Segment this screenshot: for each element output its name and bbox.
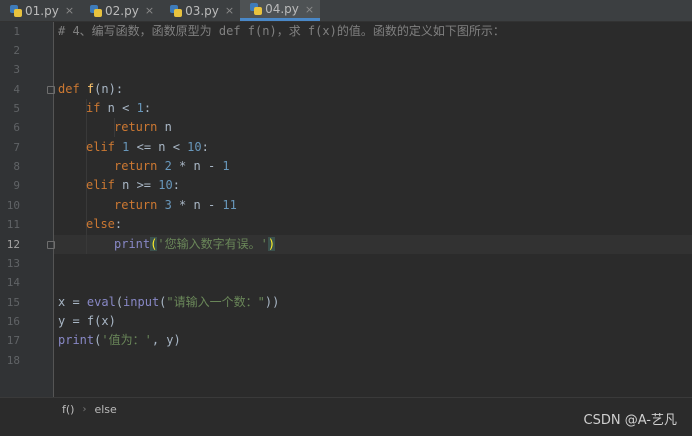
editor-tab-bar: 01.py × 02.py × 03.py × 04.py × — [0, 0, 692, 22]
tab-01-py[interactable]: 01.py × — [0, 0, 80, 21]
string: '值为：' — [101, 333, 152, 347]
line-number: 12 — [6, 238, 20, 251]
tab-03-py[interactable]: 03.py × — [160, 0, 240, 21]
line-number: 8 — [13, 160, 20, 173]
python-file-icon — [10, 4, 22, 17]
keyword: return — [114, 159, 158, 173]
code-line-11: else: — [86, 215, 122, 234]
code-text: ( — [115, 295, 124, 309]
code-text: : — [114, 217, 123, 231]
line-number: 16 — [6, 315, 20, 328]
line-number: 4 — [13, 83, 20, 96]
code-line-16: y = f(x) — [58, 312, 116, 331]
number: 10 — [187, 140, 202, 154]
keyword: if — [86, 101, 101, 115]
tab-label: 01.py — [25, 3, 59, 18]
builtin: eval — [86, 295, 116, 309]
line-number: 9 — [13, 179, 20, 192]
number: 10 — [158, 178, 173, 192]
comment: # 4、编写函数，函数原型为 def f(n)，求 f(x)的值。函数的定义如下… — [58, 24, 505, 38]
line-number: 17 — [6, 334, 20, 347]
builtin: print — [114, 237, 151, 251]
number: 3 — [164, 198, 172, 212]
code-line-4: def f(n): — [58, 80, 123, 99]
code-text: (n): — [94, 82, 124, 96]
string: "请输入一个数：" — [166, 295, 265, 309]
code-text: y = f(x) — [58, 314, 116, 328]
code-text: x = — [58, 295, 87, 309]
code-text: , y) — [151, 333, 181, 347]
breadcrumb-item-else[interactable]: else — [94, 403, 116, 416]
python-file-icon — [90, 4, 103, 17]
code-line-17: print('值为：', y) — [58, 331, 181, 350]
code-line-10: return 3 * n - 11 — [114, 196, 237, 215]
python-file-icon — [170, 4, 183, 17]
line-number: 6 — [13, 121, 20, 134]
code-text: : — [172, 178, 180, 192]
python-file-icon — [250, 3, 263, 15]
code-text: n >= — [114, 178, 159, 192]
code-text: : — [201, 140, 209, 154]
keyword: else — [86, 217, 115, 231]
code-text: )) — [264, 295, 280, 309]
chevron-right-icon: › — [82, 404, 87, 415]
code-text: * n - — [171, 198, 223, 212]
code-text: * n - — [171, 159, 223, 173]
close-icon[interactable]: × — [305, 3, 314, 16]
line-number: 18 — [6, 354, 20, 367]
line-number: 11 — [6, 218, 20, 231]
code-line-6: return n — [114, 118, 172, 137]
code-line-12: print('您输入数字有误。') — [114, 235, 276, 254]
line-number: 7 — [13, 141, 20, 154]
code-text: n < — [100, 101, 137, 115]
keyword: return — [114, 120, 158, 134]
tab-label: 03.py — [185, 3, 219, 18]
line-number: 14 — [6, 276, 20, 289]
close-icon[interactable]: × — [65, 4, 74, 17]
code-line-15: x = eval(input("请输入一个数：")) — [58, 293, 279, 312]
code-line-8: return 2 * n - 1 — [114, 157, 230, 176]
code-line-5: if n < 1: — [86, 99, 151, 118]
code-text: : — [143, 101, 152, 115]
string: '您输入数字有误。' — [157, 237, 268, 251]
line-number-gutter[interactable]: 1 2 3 4 5 6 7 8 9 10 11 12 13 14 15 16 1… — [0, 22, 55, 397]
tab-label: 02.py — [105, 3, 139, 18]
line-number: 3 — [13, 63, 20, 76]
tab-02-py[interactable]: 02.py × — [80, 0, 160, 21]
close-icon[interactable]: × — [145, 4, 154, 17]
line-number: 15 — [6, 296, 20, 309]
number: 1 — [222, 159, 230, 173]
tab-04-py[interactable]: 04.py × — [240, 0, 321, 21]
number: 11 — [222, 198, 237, 212]
code-line-1: # 4、编写函数，函数原型为 def f(n)，求 f(x)的值。函数的定义如下… — [58, 22, 505, 41]
number: 1 — [136, 101, 144, 115]
line-number: 1 — [13, 25, 20, 38]
fold-marker-icon[interactable] — [47, 86, 55, 94]
watermark: CSDN @A-艺凡 — [583, 413, 678, 428]
keyword: elif — [86, 140, 115, 154]
close-icon[interactable]: × — [225, 4, 234, 17]
line-number: 5 — [13, 102, 20, 115]
line-number: 13 — [6, 257, 20, 270]
code-line-7: elif 1 <= n < 10: — [86, 138, 209, 157]
code-line-9: elif n >= 10: — [86, 176, 180, 195]
keyword: return — [114, 198, 158, 212]
fold-marker-icon[interactable] — [47, 241, 55, 249]
keyword: elif — [86, 178, 115, 192]
code-text: <= n < — [129, 140, 188, 154]
line-number: 2 — [13, 44, 20, 57]
builtin: print — [58, 333, 95, 347]
tab-label: 04.py — [265, 2, 299, 16]
matched-brace: ) — [267, 237, 276, 251]
line-number: 10 — [6, 199, 20, 212]
keyword: def — [58, 82, 80, 96]
builtin: input — [123, 295, 160, 309]
code-text: n — [157, 120, 172, 134]
breadcrumb-item-function[interactable]: f() — [62, 403, 74, 416]
number: 2 — [164, 159, 172, 173]
